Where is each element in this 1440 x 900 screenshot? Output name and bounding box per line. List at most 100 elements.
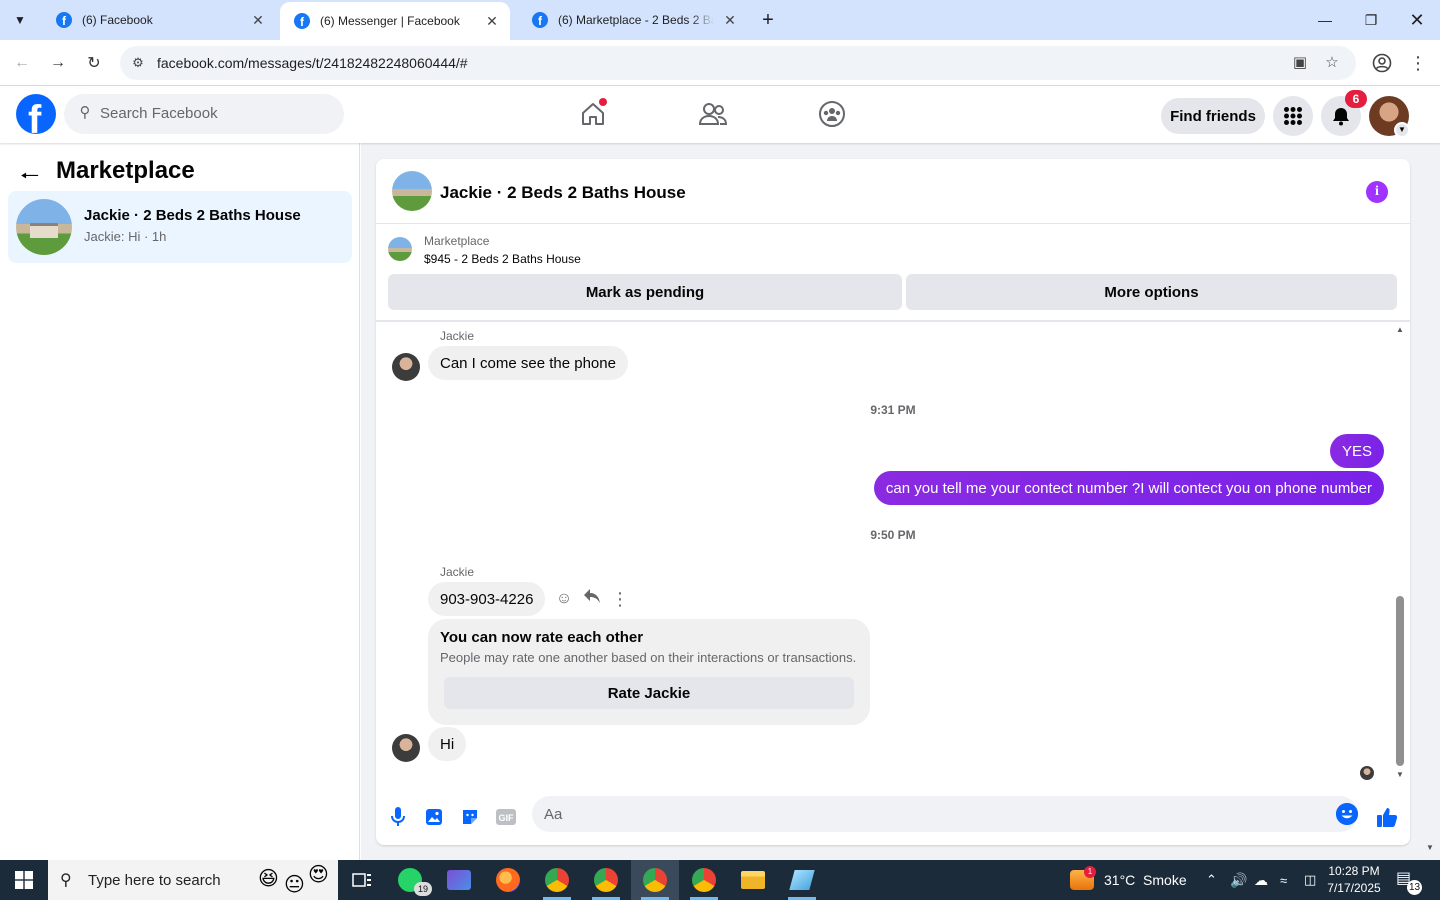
wifi-icon[interactable]: ≈ [1280,860,1287,900]
rating-title: You can now rate each other [440,629,644,646]
rate-jackie-button[interactable]: Rate Jackie [444,677,854,709]
sender-name: Jackie [440,565,475,579]
react-emoji-icon[interactable]: ☺ [553,588,575,610]
back-arrow-icon[interactable]: ← [8,49,36,77]
scroll-down-icon[interactable]: ▼ [1396,770,1404,779]
find-friends-button[interactable]: Find friends [1161,98,1265,134]
scroll-up-icon[interactable]: ▲ [1396,325,1404,334]
menu-grid-icon[interactable] [1273,96,1313,136]
minimize-icon[interactable]: — [1302,0,1348,40]
chrome-active-icon[interactable] [631,860,679,900]
message-scrollbar[interactable]: ▲ ▼ [1393,322,1407,782]
outgoing-message[interactable]: YES [1329,434,1384,468]
maximize-icon[interactable]: ❐ [1348,0,1394,40]
tray-overflow-chevron-icon[interactable]: ⌃ [1206,860,1217,900]
chevron-down-icon[interactable]: ▼ [1394,122,1410,138]
clock-date: 7/17/2025 [1327,881,1381,895]
listing-mini-thumbnail[interactable] [388,237,412,261]
microphone-icon[interactable] [385,804,411,830]
tab-close-icon[interactable]: ✕ [722,12,738,29]
divider [376,320,1410,322]
onedrive-cloud-icon[interactable]: ☁ [1254,860,1268,900]
home-notification-dot [599,98,607,106]
video-editor-icon[interactable] [435,860,483,900]
info-icon[interactable]: i [1366,181,1388,203]
site-settings-icon[interactable]: ⚙ [128,53,148,73]
facebook-favicon-icon: f [532,12,548,28]
windows-start-icon[interactable] [0,860,48,900]
file-explorer-icon[interactable] [729,860,777,900]
rating-subtitle: People may rate one another based on the… [440,650,857,665]
task-view-icon[interactable] [338,860,386,900]
emoji-picker-icon[interactable] [1336,803,1358,825]
avatar[interactable] [392,734,420,762]
browser-menu-icon[interactable]: ⋮ [1404,49,1432,77]
meet-now-icon[interactable]: ◫ [1304,860,1316,900]
page-scroll-down-icon[interactable]: ▼ [1426,843,1434,852]
tab-title: (6) Messenger | Facebook [320,14,460,28]
forward-arrow-icon[interactable]: → [44,49,72,77]
listing-thumbnail [16,199,72,255]
chrome-profile-d-icon[interactable] [533,860,581,900]
whatsapp-icon[interactable]: 19 [386,860,434,900]
more-options-button[interactable]: More options [906,274,1397,310]
tab-facebook[interactable]: f (6) Facebook ✕ [42,0,276,40]
home-icon[interactable] [573,94,613,134]
listing-title[interactable]: $945 - 2 Beds 2 Baths House [424,252,581,266]
message-input[interactable]: Aa [532,796,1358,832]
chat-thumbnail[interactable] [392,171,432,211]
new-tab-plus-icon[interactable]: + [756,6,780,34]
thumbs-up-icon[interactable] [1374,804,1400,830]
chat-title[interactable]: Jackie · 2 Beds 2 Baths House [440,183,686,203]
reload-icon[interactable]: ↻ [80,49,108,77]
reply-icon[interactable] [581,588,603,610]
url-text[interactable]: facebook.com/messages/t/2418248224806044… [157,55,468,71]
incoming-message[interactable]: Hi [428,727,467,761]
mark-as-pending-button[interactable]: Mark as pending [388,274,902,310]
facebook-header: f ⚲ Search Facebook Find friends 6 ▼ [0,86,1440,143]
window-close-icon[interactable]: ✕ [1394,0,1440,40]
bookmark-star-icon[interactable]: ☆ [1322,53,1342,73]
chrome-profile-icon[interactable] [680,860,728,900]
notes-app-icon[interactable] [778,860,826,900]
incoming-message[interactable]: Can I come see the phone [428,346,628,380]
facebook-search-input[interactable]: ⚲ Search Facebook [64,94,344,134]
avatar[interactable] [392,353,420,381]
firefox-icon[interactable] [484,860,532,900]
groups-icon[interactable] [812,94,852,134]
facebook-logo-icon[interactable]: f [16,94,56,134]
address-bar[interactable]: ⚙ facebook.com/messages/t/24182482248060… [120,46,1356,80]
search-icon: ⚲ [60,872,72,889]
listing-source-label: Marketplace [424,234,490,248]
chat-header: Jackie · 2 Beds 2 Baths House i [376,159,1410,224]
scroll-thumb[interactable] [1396,596,1404,766]
tab-title: (6) Facebook [82,13,153,27]
weather-widget[interactable]: 1 31°C Smoke [1070,860,1187,900]
tab-close-icon[interactable]: ✕ [484,13,500,30]
conversation-item[interactable]: Jackie · 2 Beds 2 Baths House Jackie: Hi… [8,191,352,263]
outgoing-message[interactable]: can you tell me your contect number ?I w… [873,471,1384,505]
chrome-profile-a-icon[interactable] [582,860,630,900]
weather-icon: 1 [1070,866,1096,890]
taskbar-search-input[interactable]: ⚲ Type here to search 😆 😐 😍 [48,860,338,900]
photo-attach-icon[interactable] [421,804,447,830]
gif-icon[interactable]: GIF [493,804,519,830]
chat-panel: Jackie · 2 Beds 2 Baths House i Marketpl… [376,159,1410,845]
windows-taskbar: ⚲ Type here to search 😆 😐 😍 19 1 31°C Sm… [0,860,1440,900]
volume-icon[interactable]: 🔊 [1230,860,1247,900]
browser-toolbar: ← → ↻ ⚙ facebook.com/messages/t/24182482… [0,40,1440,86]
tab-marketplace[interactable]: f (6) Marketplace - 2 Beds 2 Baths ✕ [518,0,748,40]
sidebar-title: Marketplace [56,157,195,184]
friends-icon[interactable] [693,94,733,134]
system-clock[interactable]: 10:28 PM 7/17/2025 [1322,863,1386,897]
tab-search-chevron-icon[interactable]: ▼ [6,6,34,34]
install-app-icon[interactable]: ▣ [1290,53,1310,73]
profile-icon[interactable] [1368,49,1396,77]
incoming-message[interactable]: 903-903-4226 [428,582,546,616]
more-actions-icon[interactable]: ⋮ [609,588,631,610]
sticker-icon[interactable] [457,804,483,830]
tab-close-icon[interactable]: ✕ [250,12,266,29]
tab-messenger[interactable]: f (6) Messenger | Facebook ✕ [280,2,510,40]
conversation-name: Jackie · 2 Beds 2 Baths House [84,207,301,224]
weather-badge: 1 [1084,866,1096,878]
